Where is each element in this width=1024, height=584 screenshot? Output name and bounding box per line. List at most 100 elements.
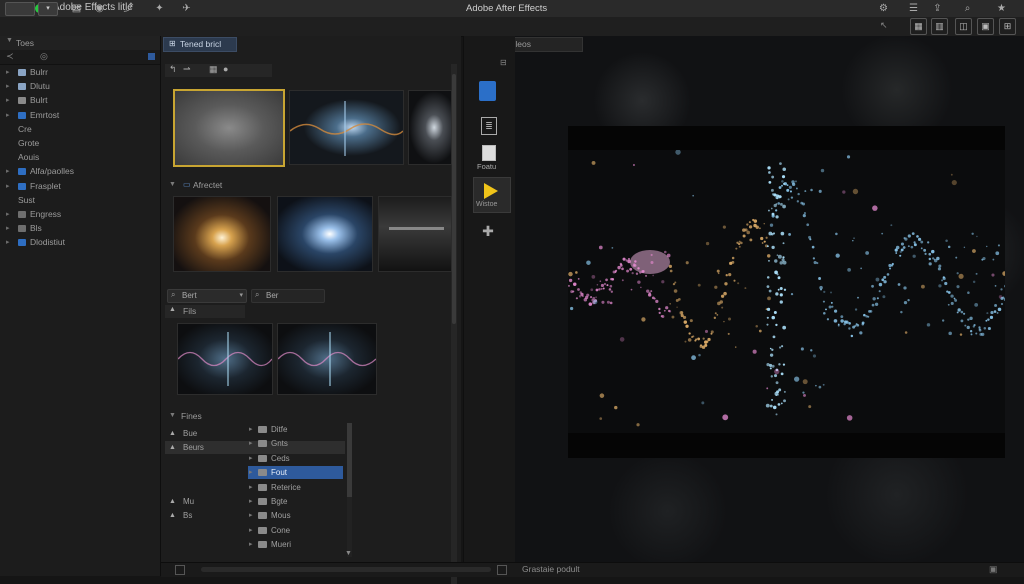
tree-item[interactable]: ▸ Alfa/paolles xyxy=(0,165,160,178)
category-list-item[interactable]: ▲ Bs xyxy=(165,509,260,522)
panel-button-2[interactable]: ▥ xyxy=(931,18,948,35)
particle xyxy=(781,345,784,348)
filter-dropdown-1[interactable]: ⌕ Bert ▾ xyxy=(167,289,247,303)
pin-icon[interactable]: ↖ xyxy=(880,20,888,31)
file-icon[interactable] xyxy=(479,81,496,101)
settings-icon[interactable]: ⚙ xyxy=(877,2,890,15)
disclosure-icon[interactable]: ▸ xyxy=(6,236,10,249)
search-icon[interactable]: ⌕ xyxy=(961,2,974,15)
effect-thumbnail[interactable] xyxy=(173,196,271,272)
tree-item[interactable]: ▸ Bls xyxy=(0,222,160,235)
preset-list-item[interactable]: ▸ Ditfe xyxy=(248,423,343,436)
plus-icon[interactable]: ✚ xyxy=(481,224,495,238)
tree-item[interactable]: ▸ Dlodistiut xyxy=(0,236,160,249)
share-icon[interactable]: ✈ xyxy=(180,2,193,15)
effect-thumbnail[interactable] xyxy=(408,90,452,165)
tree-item[interactable]: ▸ Emrtost xyxy=(0,109,160,122)
pin-icon[interactable]: ⊟ xyxy=(500,58,507,67)
page-icon[interactable] xyxy=(482,145,496,161)
particle xyxy=(727,332,730,335)
disclosure-icon[interactable]: ▸ xyxy=(6,66,10,79)
tree-item[interactable]: ▸ Bulrt xyxy=(0,94,160,107)
effect-thumbnail[interactable] xyxy=(289,90,404,165)
grid-icon[interactable]: ▦ xyxy=(209,64,218,75)
list-scrollbar[interactable] xyxy=(347,423,352,557)
export-icon[interactable]: ⤴ xyxy=(122,2,135,15)
zoom-icon[interactable]: ▣ xyxy=(989,564,998,575)
film-icon[interactable]: ▤ xyxy=(70,2,83,15)
section-collapse-icon[interactable]: ▼ xyxy=(169,181,176,188)
fils-section-bar[interactable]: ▲ Fils xyxy=(165,305,245,318)
tree-item[interactable]: ▸ Engress xyxy=(0,208,160,221)
collapse-icon[interactable]: ▼ xyxy=(6,37,13,44)
share-icon[interactable]: ⇪ xyxy=(931,2,944,15)
panel-button-5[interactable]: ⊞ xyxy=(999,18,1016,35)
disclosure-icon[interactable]: ▸ xyxy=(6,165,10,178)
panel-scrollbar-thumb[interactable] xyxy=(452,74,456,324)
info-icon[interactable]: ● xyxy=(223,64,228,74)
sliders-icon[interactable]: ☰ xyxy=(907,2,920,15)
tree-item[interactable]: Grote xyxy=(0,137,160,150)
preset-list-item[interactable]: ▸ Cone xyxy=(248,524,343,537)
scroll-arrow-icon[interactable] xyxy=(497,565,507,575)
disclosure-icon[interactable]: ▸ xyxy=(6,80,10,93)
effect-thumbnail[interactable] xyxy=(378,196,452,272)
viewer-tab[interactable]: Marfare lileos xyxy=(515,37,583,52)
preset-list-item[interactable]: ▸ Ceds xyxy=(248,452,343,465)
panel-button-4[interactable]: ▣ xyxy=(977,18,994,35)
particle xyxy=(655,299,659,303)
preset-list-item[interactable]: ▸ Bgte xyxy=(248,495,343,508)
workspace-dropdown-arrow[interactable]: ▾ xyxy=(38,2,58,16)
horizontal-scrollbar[interactable] xyxy=(201,567,491,572)
scroll-down-icon[interactable]: ▼ xyxy=(345,550,352,557)
tree-item[interactable]: Sust xyxy=(0,194,160,207)
composition-canvas[interactable] xyxy=(568,126,1005,458)
filter-icon[interactable] xyxy=(148,53,155,60)
preset-list-item[interactable]: ▸ Gnts xyxy=(248,437,343,450)
preset-list-item[interactable]: ▸ Mueri xyxy=(248,538,343,551)
effect-thumbnail[interactable] xyxy=(277,323,377,395)
preset-list-item[interactable]: ▸ Mous xyxy=(248,509,343,522)
effect-thumbnail[interactable] xyxy=(173,89,285,167)
forward-icon[interactable]: ⇀ xyxy=(183,64,191,75)
effect-thumbnail[interactable] xyxy=(177,323,273,395)
particle xyxy=(669,269,673,273)
play-button[interactable]: Wistoe xyxy=(473,177,511,213)
disclosure-icon[interactable]: ▸ xyxy=(6,180,10,193)
category-list-item[interactable]: ▲ Mu xyxy=(165,495,260,508)
disclosure-icon[interactable]: ▸ xyxy=(6,222,10,235)
disclosure-icon[interactable]: ▸ xyxy=(6,94,10,107)
target-icon[interactable]: ◎ xyxy=(40,51,48,62)
preset-list-item[interactable]: ▸ Reterice xyxy=(248,481,343,494)
preset-list-item[interactable]: ▸ Fout xyxy=(248,466,343,480)
tree-item[interactable]: ▸ Dlutu xyxy=(0,80,160,93)
particle xyxy=(653,297,656,300)
tab-effects[interactable]: ⊞ Tened bricl xyxy=(163,37,237,52)
pin-icon[interactable]: ✦ xyxy=(153,2,166,15)
category-list-item[interactable]: ▲ Bue xyxy=(165,427,260,440)
section-collapse-icon[interactable]: ▼ xyxy=(169,412,176,419)
tree-item[interactable]: ▸ Bulrr xyxy=(0,66,160,79)
target-icon[interactable]: ◉ xyxy=(93,2,106,15)
particle xyxy=(886,273,890,276)
panel-button-3[interactable]: ◫ xyxy=(955,18,972,35)
disclosure-icon[interactable]: ▸ xyxy=(6,109,10,122)
effect-thumbnail[interactable] xyxy=(277,196,373,272)
star-icon[interactable]: ★ xyxy=(995,2,1008,15)
tree-item[interactable]: Aouis xyxy=(0,151,160,164)
panel-button-1[interactable]: ▦ xyxy=(910,18,927,35)
tree-item[interactable]: Cre xyxy=(0,123,160,136)
particle xyxy=(780,402,783,405)
particle xyxy=(568,278,573,283)
list-scrollbar-thumb[interactable] xyxy=(347,423,352,497)
workspace-dropdown[interactable] xyxy=(5,2,35,16)
tree-item[interactable]: ▸ Frasplet xyxy=(0,180,160,193)
particle xyxy=(775,381,779,385)
document-icon[interactable]: ≣ xyxy=(481,117,497,135)
back-icon[interactable]: ↰ xyxy=(169,64,177,75)
timeline-icon[interactable] xyxy=(175,565,185,575)
list-icon[interactable]: ≺ xyxy=(6,51,14,62)
filter-dropdown-2[interactable]: ⌕ Ber xyxy=(251,289,325,303)
particle xyxy=(697,283,701,287)
disclosure-icon[interactable]: ▸ xyxy=(6,208,10,221)
